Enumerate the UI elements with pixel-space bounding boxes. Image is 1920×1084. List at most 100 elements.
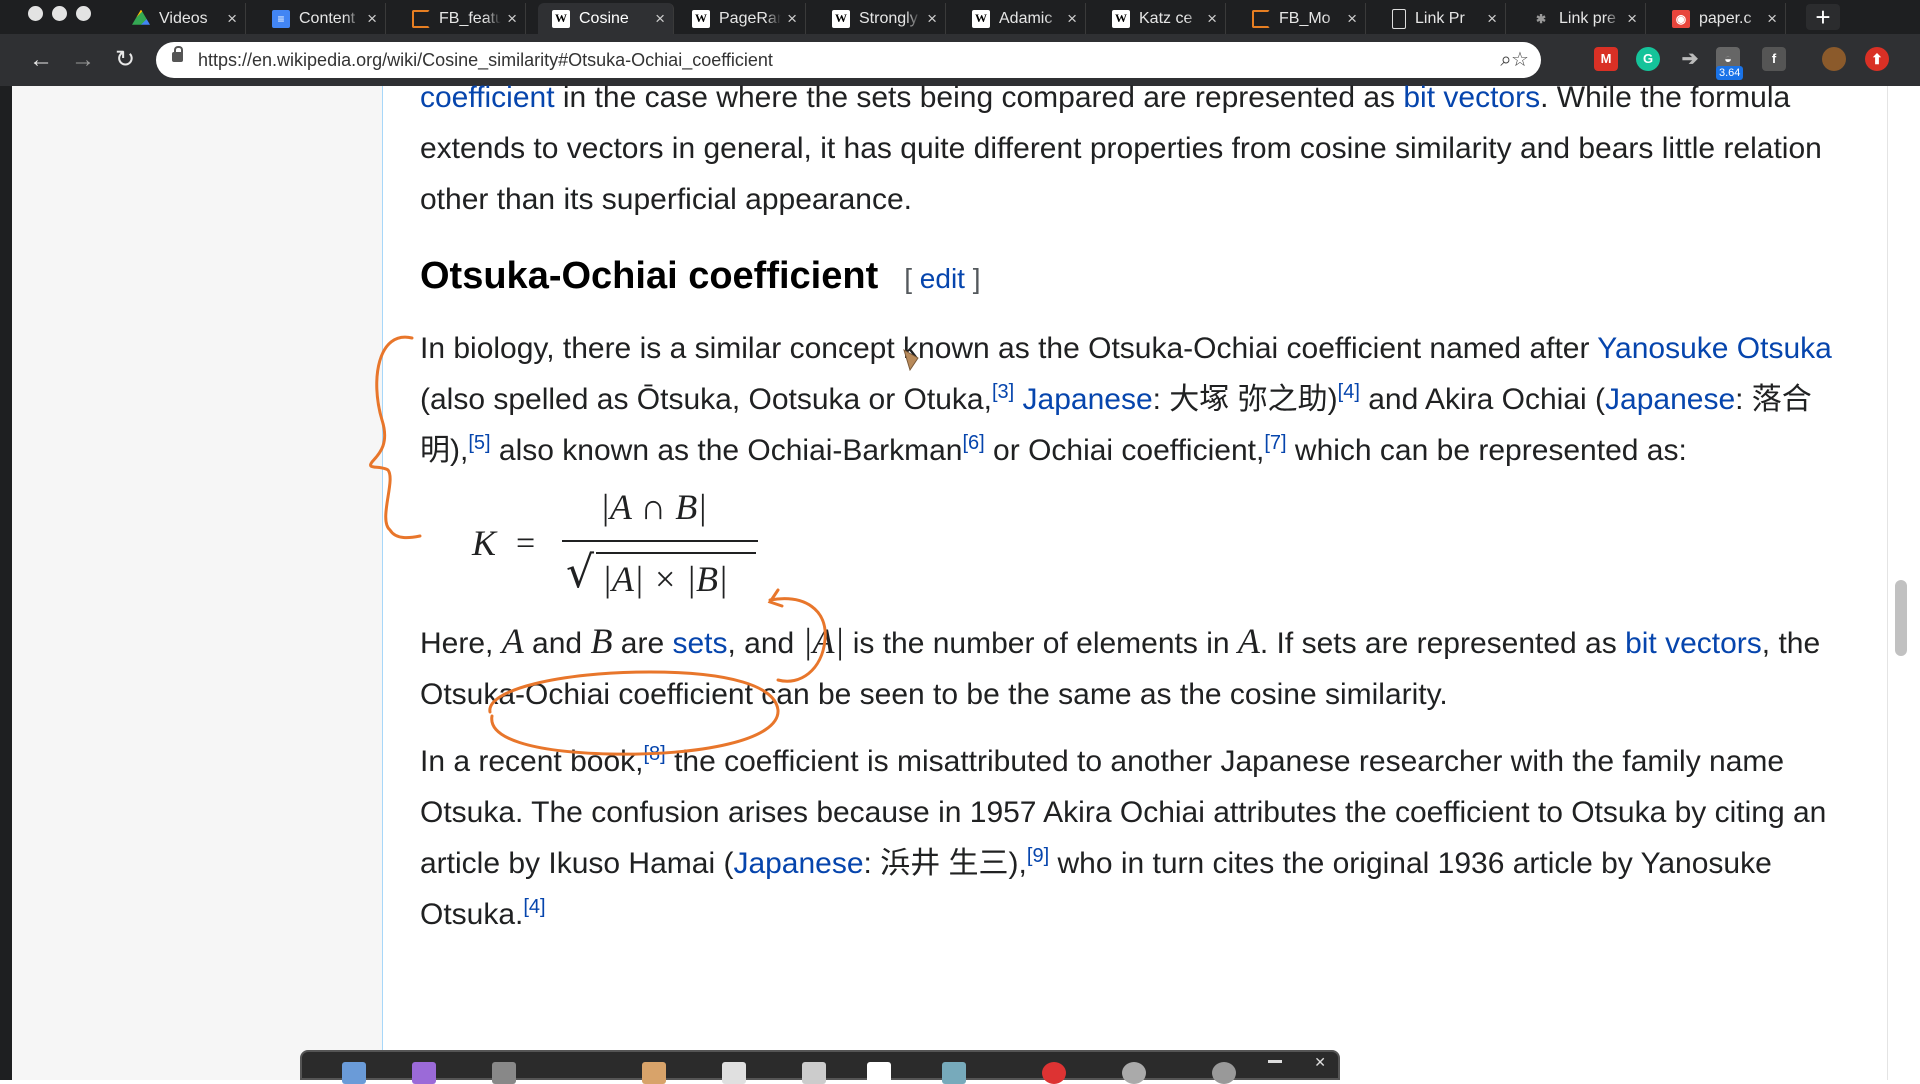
new-tab-button[interactable]: +: [1806, 4, 1840, 30]
profile-avatar[interactable]: [1822, 47, 1846, 71]
highlighter-tool-icon[interactable]: [722, 1062, 746, 1084]
link-coefficient[interactable]: coefficient: [420, 81, 555, 114]
tab-videos[interactable]: Videos ×: [118, 3, 246, 34]
close-icon[interactable]: ×: [507, 9, 517, 29]
tab-fb-mo[interactable]: FB_Mo ×: [1238, 3, 1366, 34]
edit-bracket: ]: [964, 263, 981, 294]
grammarly-extension-icon[interactable]: G: [1636, 47, 1660, 71]
tab-content[interactable]: ≡ Content ×: [258, 3, 386, 34]
close-icon[interactable]: ×: [1627, 9, 1637, 29]
edit-section: [ edit ]: [904, 263, 980, 294]
citation-ref[interactable]: [7]: [1264, 432, 1286, 454]
gear-icon: ✱: [1535, 11, 1547, 26]
close-icon[interactable]: ×: [655, 9, 665, 29]
update-icon[interactable]: ⬆: [1865, 47, 1889, 71]
tab-katz[interactable]: W Katz ce ×: [1098, 3, 1226, 34]
article-content: coefficient in the case where the sets b…: [420, 72, 1840, 940]
content-border: [382, 86, 383, 1080]
close-icon[interactable]: ✕: [1314, 1054, 1326, 1071]
tab-title: PageRank: [719, 9, 781, 27]
facebook-extension-icon[interactable]: f: [1762, 47, 1786, 71]
window-minimize-dot[interactable]: [52, 6, 67, 21]
citation-ref[interactable]: [5]: [468, 432, 490, 454]
tab-title: Content: [299, 9, 356, 27]
link-bit-vectors[interactable]: bit vectors: [1403, 81, 1540, 114]
whiteboard-tool-icon[interactable]: [867, 1062, 891, 1084]
close-icon[interactable]: ×: [1207, 9, 1217, 29]
gmail-extension-icon[interactable]: M: [1594, 47, 1618, 71]
tab-title: Link Pr: [1415, 9, 1465, 27]
paragraph-here: Here, A and B are sets, and |A| is the n…: [420, 616, 1840, 720]
link-japanese[interactable]: Japanese: [1605, 383, 1735, 416]
tab-title: FB_Mo: [1279, 9, 1331, 27]
wikipedia-icon: W: [972, 9, 990, 28]
tab-link-pr[interactable]: Link Pr ×: [1378, 3, 1506, 34]
window-edge: [0, 86, 12, 1080]
window-zoom-dot[interactable]: [76, 6, 91, 21]
back-button[interactable]: ←: [25, 44, 57, 76]
tab-fb-features[interactable]: FB_features ×: [398, 3, 526, 34]
close-icon[interactable]: ×: [1767, 9, 1777, 29]
tab-strongly[interactable]: W Strongly ×: [818, 3, 946, 34]
close-icon[interactable]: ×: [1067, 9, 1077, 29]
formula-block: K = |A ∩ B| √ |A| × |B|: [420, 482, 1840, 612]
scrollbar-thumb[interactable]: [1895, 580, 1907, 656]
link-japanese[interactable]: Japanese: [733, 847, 863, 880]
close-icon[interactable]: ×: [367, 9, 377, 29]
tab-cosine[interactable]: W Cosine ×: [538, 3, 674, 34]
text: In biology, there is a similar concept k…: [420, 332, 1598, 365]
citation-ref[interactable]: [6]: [962, 432, 984, 454]
bookmark-star-icon[interactable]: ☆: [1506, 46, 1534, 74]
wikipedia-sidebar: [12, 86, 383, 1080]
google-docs-icon: ≡: [272, 9, 290, 28]
text: : 浜井 生三),: [863, 847, 1027, 880]
wikipedia-icon: W: [1112, 9, 1130, 28]
marker-tool-icon[interactable]: [412, 1062, 436, 1084]
tab-title: Katz ce: [1139, 9, 1193, 27]
formula-numerator: |A ∩ B|: [600, 487, 708, 527]
minimize-icon[interactable]: [1268, 1060, 1282, 1063]
window-close-dot[interactable]: [28, 6, 43, 21]
close-icon[interactable]: ×: [1487, 9, 1497, 29]
tab-link-pre[interactable]: ✱ Link pre ×: [1518, 3, 1646, 34]
wikipedia-icon: W: [692, 9, 710, 28]
close-icon[interactable]: ×: [927, 9, 937, 29]
tab-paper[interactable]: ◉ paper.c ×: [1658, 3, 1786, 34]
text: and: [523, 627, 591, 660]
edit-link[interactable]: edit: [920, 263, 965, 294]
close-icon[interactable]: ×: [787, 9, 797, 29]
gear-icon[interactable]: [1212, 1062, 1236, 1084]
citation-ref[interactable]: [4]: [523, 896, 545, 918]
text: , and: [727, 627, 803, 660]
pencil-tool-icon[interactable]: [342, 1062, 366, 1084]
tab-adamic[interactable]: W Adamic ×: [958, 3, 1086, 34]
edit-bracket: [: [904, 263, 920, 294]
link-sets[interactable]: sets: [672, 627, 727, 660]
close-icon[interactable]: ×: [1347, 9, 1357, 29]
pen-tool-icon[interactable]: [642, 1062, 666, 1084]
tab-title: paper.c: [1699, 9, 1752, 27]
arrow-tool-icon[interactable]: [802, 1062, 826, 1084]
link-japanese[interactable]: Japanese: [1023, 383, 1153, 416]
citation-ref[interactable]: [4]: [1338, 381, 1360, 403]
google-drive-icon: [132, 9, 150, 25]
text: : 大塚 弥之助): [1152, 383, 1338, 416]
camera-tool-icon[interactable]: [1122, 1062, 1146, 1084]
eraser-tool-icon[interactable]: [492, 1062, 516, 1084]
tab-title: Strongly: [859, 9, 918, 27]
ruler-tool-icon[interactable]: [942, 1062, 966, 1084]
citation-ref[interactable]: [8]: [643, 743, 665, 765]
link-yanosuke-otsuka[interactable]: Yanosuke Otsuka: [1597, 332, 1832, 365]
link-bit-vectors[interactable]: bit vectors: [1625, 627, 1762, 660]
citation-ref[interactable]: [9]: [1027, 845, 1049, 867]
forward-button[interactable]: →: [67, 44, 99, 76]
reload-button[interactable]: ↻: [109, 44, 141, 76]
close-icon[interactable]: ×: [227, 9, 237, 29]
text: is the number of elements in: [844, 627, 1238, 660]
text: In a recent book,: [420, 745, 644, 778]
tab-pagerank[interactable]: W PageRank ×: [678, 3, 806, 34]
record-tool-icon[interactable]: [1042, 1062, 1066, 1084]
paragraph-recent-book: In a recent book,[8] the coefficient is …: [420, 736, 1840, 940]
share-arrow-icon[interactable]: ➔: [1678, 47, 1702, 71]
citation-ref[interactable]: [3]: [992, 381, 1014, 403]
